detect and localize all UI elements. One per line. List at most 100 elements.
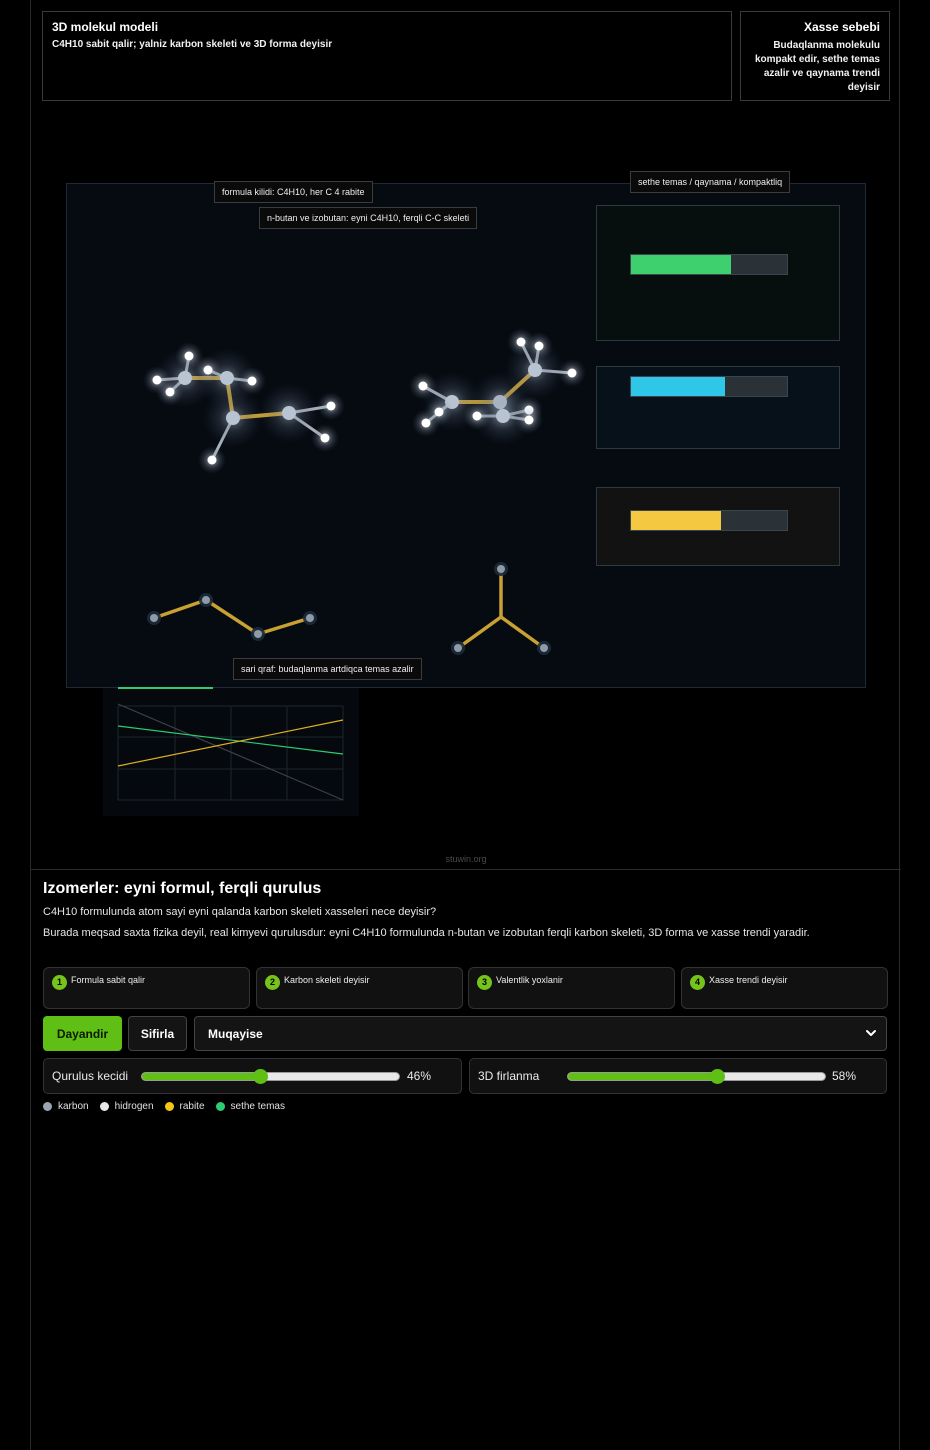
legend-item-hydrogen: hidrogen xyxy=(99,1101,154,1112)
legend-label: hidrogen xyxy=(114,1101,154,1112)
bond-dot-icon xyxy=(164,1102,174,1111)
graph-node xyxy=(202,596,210,604)
slider-value: 58% xyxy=(832,1069,857,1083)
graph-edge xyxy=(152,598,208,620)
legend-label: sethe temas xyxy=(230,1101,285,1112)
molecules-layer xyxy=(143,328,586,474)
carbon-atom xyxy=(528,363,542,377)
graph-node xyxy=(306,614,314,622)
step-number: 3 xyxy=(477,975,492,990)
skeleton-graphs-layer xyxy=(147,562,551,655)
rotation-slider-card: 3D firlanma 58% xyxy=(469,1058,887,1094)
carbon-dot-icon xyxy=(43,1102,52,1111)
formula-lock-tag: formula kilidi: C4H10, her C 4 rabite xyxy=(214,181,373,203)
step-label: Valentlik yoxlanir xyxy=(496,975,563,985)
legend-item-bond: rabite xyxy=(164,1101,205,1112)
step-number: 2 xyxy=(265,975,280,990)
legend-item-carbon: karbon xyxy=(43,1101,89,1112)
graph-node xyxy=(454,644,462,652)
reason-text: Budaqlanma molekulu kompakt edir, sethe … xyxy=(754,40,880,93)
isomers-tag: n-butan ve izobutan: eyni C4H10, ferqli … xyxy=(259,207,478,229)
compactness-fill xyxy=(631,511,722,530)
step-label: Formula sabit qalir xyxy=(71,975,146,985)
hydrogen-atom xyxy=(320,433,330,443)
surface-contact-fill xyxy=(631,255,731,274)
hydrogen-dot-icon xyxy=(99,1102,109,1111)
hydrogen-atom xyxy=(418,381,428,391)
structure-transition-slider-card: Qurulus kecidi 46% xyxy=(43,1058,462,1094)
carbon-atom xyxy=(282,406,296,420)
hydrogen-atom xyxy=(534,341,544,351)
lesson-description: Burada meqsad saxta fizika deyil, real k… xyxy=(43,927,810,939)
hydrogen-atom xyxy=(567,368,577,378)
trend-mini-chart xyxy=(103,687,359,816)
rotation-thumb[interactable] xyxy=(710,1069,726,1084)
model-info-panel: 3D molekul modeli C4H10 sabit qalir; yal… xyxy=(42,11,732,101)
step-number: 4 xyxy=(690,975,705,990)
graph-edge xyxy=(204,598,260,636)
legend-label: karbon xyxy=(58,1101,89,1112)
hydrogen-atom xyxy=(524,415,534,425)
reason-title: Xasse sebebi xyxy=(803,20,880,34)
lesson-question: C4H10 formulunda atom sayi eyni qalanda … xyxy=(43,906,437,918)
legend-item-surface: sethe temas xyxy=(215,1101,285,1112)
surface-contact-track xyxy=(630,254,788,275)
bars-tag: sethe temas / qaynama / kompaktliq xyxy=(630,171,791,193)
slider-fill xyxy=(568,1073,718,1080)
molecule-scene[interactable]: formula kilidi: C4H10, her C 4 rabite n-… xyxy=(66,171,866,688)
hydrogen-atom xyxy=(434,407,444,417)
boiling-track xyxy=(630,376,788,397)
step-label: Xasse trendi deyisir xyxy=(709,975,788,985)
pause-button[interactable]: Dayandir xyxy=(43,1016,122,1051)
step-number: 1 xyxy=(52,975,67,990)
compactness-track xyxy=(630,510,788,531)
graph-tag: sari qraf: budaqlanma artdiqca temas aza… xyxy=(233,658,422,680)
color-legend: karbon hidrogen rabite sethe temas xyxy=(43,1101,285,1112)
controls-row: Dayandir Sifirla Muqayise xyxy=(43,1016,889,1051)
step-card-1[interactable]: 1 Formula sabit qalir xyxy=(43,967,250,1009)
hydrogen-atom xyxy=(516,337,526,347)
step-card-4[interactable]: 4 Xasse trendi deyisir xyxy=(681,967,888,1009)
model-title: 3D molekul modeli xyxy=(52,20,159,34)
graph-node xyxy=(497,565,505,573)
mode-select[interactable]: Muqayise xyxy=(194,1016,887,1051)
carbon-atom xyxy=(496,409,510,423)
boiling-meter xyxy=(596,366,840,449)
step-card-2[interactable]: 2 Karbon skeleti deyisir xyxy=(256,967,463,1009)
compactness-meter xyxy=(596,487,840,566)
surface-contact-meter xyxy=(596,205,840,341)
graph-node xyxy=(150,614,158,622)
chart-top-accent xyxy=(118,687,213,689)
step-card-3[interactable]: 3 Valentlik yoxlanir xyxy=(468,967,675,1009)
steps-row: 1 Formula sabit qalir 2 Karbon skeleti dey… xyxy=(43,967,889,1009)
graph-edge xyxy=(456,615,503,650)
slider-label: Qurulus kecidi xyxy=(52,1069,129,1083)
slider-label: 3D firlanma xyxy=(478,1069,540,1083)
hydrogen-atom xyxy=(472,411,482,421)
reset-button[interactable]: Sifirla xyxy=(128,1016,187,1051)
structure-transition-track[interactable] xyxy=(141,1072,400,1081)
carbon-atom xyxy=(226,411,240,425)
model-subtitle: C4H10 sabit qalir; yalniz karbon skeleti… xyxy=(52,39,333,50)
hydrogen-atom xyxy=(326,401,336,411)
lesson-heading: Izomerler: eyni formul, ferqli qurulus xyxy=(43,880,322,897)
property-reason-panel: Xasse sebebi Budaqlanma molekulu kompakt… xyxy=(740,11,890,101)
surface-dot-icon xyxy=(215,1102,225,1111)
carbon-atom xyxy=(220,371,234,385)
lesson-content: Izomerler: eyni formul, ferqli qurulus C… xyxy=(43,880,889,1112)
graph-edge xyxy=(256,616,312,636)
graph-node xyxy=(540,644,548,652)
slider-fill xyxy=(142,1073,261,1080)
graph-edge xyxy=(499,615,546,650)
graph-node xyxy=(254,630,262,638)
hydrogen-atom xyxy=(207,455,217,465)
hydrogen-atom xyxy=(203,365,213,375)
rotation-track[interactable] xyxy=(567,1072,826,1081)
chevron-down-icon xyxy=(866,1030,876,1036)
hydrogen-atom xyxy=(165,387,175,397)
hydrogen-atom xyxy=(247,376,257,386)
credit-text: stuwin.org xyxy=(445,854,487,864)
hydrogen-atom xyxy=(184,351,194,361)
legend-label: rabite xyxy=(179,1101,205,1112)
structure-transition-thumb[interactable] xyxy=(253,1069,269,1084)
